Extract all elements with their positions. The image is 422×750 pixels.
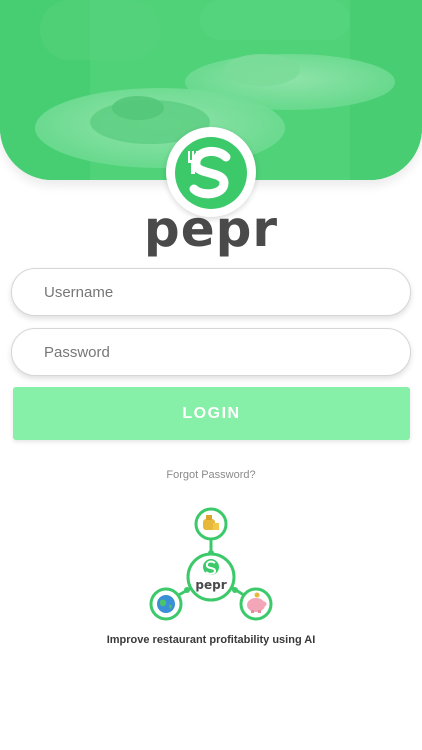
- password-input[interactable]: [44, 329, 384, 375]
- tagline: Improve restaurant profitability using A…: [106, 634, 316, 646]
- center-node-label: pepr: [195, 578, 226, 592]
- ai-network-illustration: pepr: [149, 507, 273, 621]
- center-node: pepr: [186, 552, 236, 602]
- piggy-bank-icon: [239, 587, 273, 621]
- login-button[interactable]: LOGIN: [13, 387, 410, 440]
- username-input[interactable]: [44, 269, 384, 315]
- forgot-password-link[interactable]: Forgot Password?: [0, 469, 422, 481]
- password-field-container: [11, 328, 411, 376]
- globe-icon: [149, 587, 183, 621]
- brand-name: pepr: [143, 200, 279, 258]
- username-field-container: [11, 268, 411, 316]
- money-bag-icon: [194, 507, 228, 541]
